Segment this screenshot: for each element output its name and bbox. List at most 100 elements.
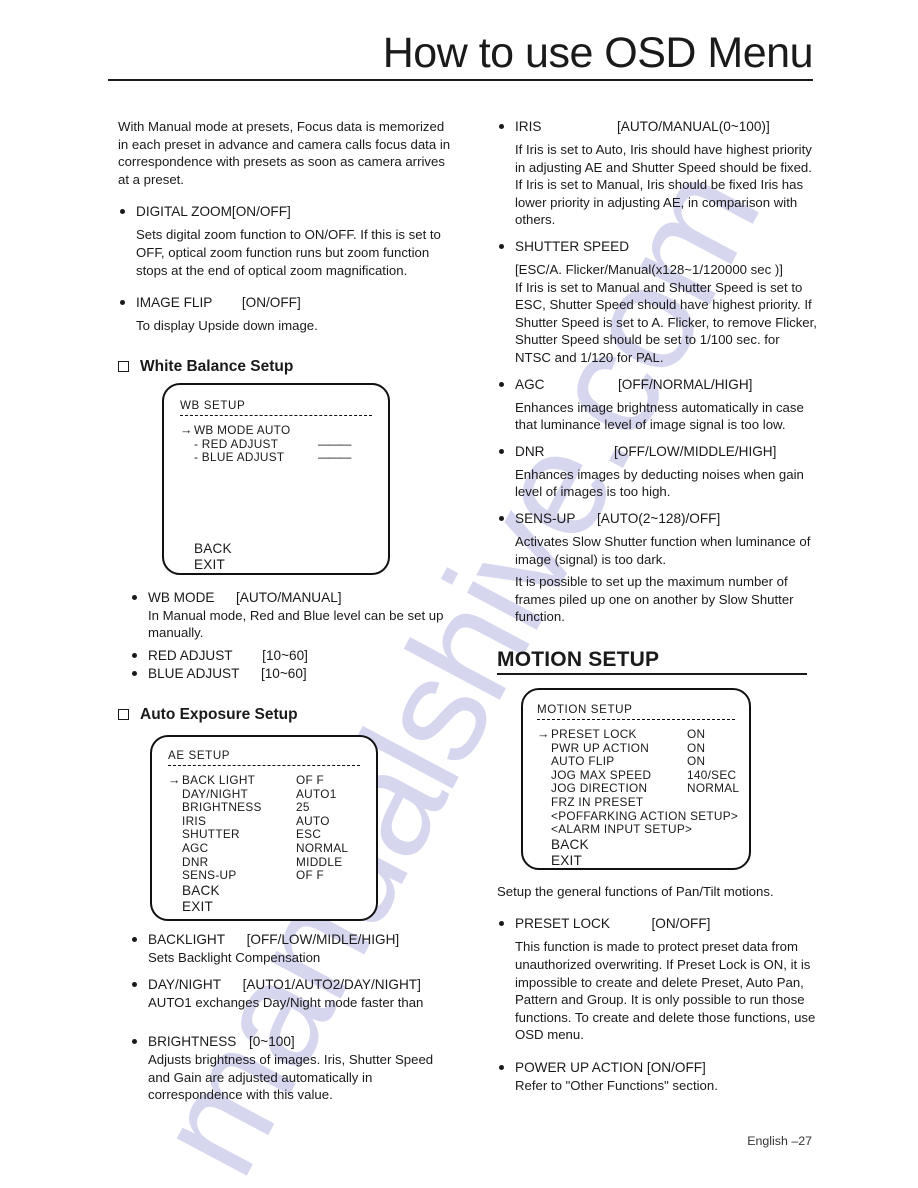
agc-range: [OFF/NORMAL/HIGH]: [618, 376, 753, 392]
osd-row-value: AUTO: [296, 813, 330, 828]
brightness-term: BRIGHTNESS: [148, 1034, 237, 1050]
dnr-range: [OFF/LOW/MIDDLE/HIGH]: [614, 443, 777, 459]
bullet-shutter-speed: SHUTTER SPEED: [497, 238, 819, 256]
osd-row-label: SHUTTER: [182, 827, 240, 842]
osd-row[interactable]: FRZ IN PRESET: [537, 794, 735, 810]
osd-row-label: BACK LIGHT: [182, 773, 256, 787]
osd-row-label: SENS-UP: [182, 868, 237, 883]
osd-row[interactable]: DAY/NIGHT AUTO1: [168, 786, 360, 802]
osd-back-button[interactable]: BACK: [168, 883, 360, 899]
osd-exit-button[interactable]: EXIT: [537, 853, 735, 869]
bullet-dot-icon: [499, 1065, 504, 1071]
osd-row[interactable]: AUTO FLIP ON: [537, 754, 735, 769]
motion-setup-osd-box: MOTION SETUP → PRESET LOCK ON PWR UP ACT…: [521, 688, 751, 870]
osd-back-label: BACK: [182, 882, 220, 898]
osd-row[interactable]: SHUTTER ESC: [168, 828, 360, 842]
backlight-term: BACKLIGHT: [148, 931, 226, 947]
motion-intro-paragraph: Setup the general functions of Pan/Tilt …: [497, 883, 774, 899]
sens-up-range: [AUTO(2~128)/OFF]: [597, 510, 721, 526]
osd-row[interactable]: → WB MODE AUTO: [180, 423, 372, 438]
bullet-power-up-action: POWER UP ACTION [ON/OFF]: [497, 1059, 819, 1077]
red-adjust-range: [10~60]: [262, 647, 308, 663]
bullet-dot-icon: [132, 1039, 137, 1045]
osd-row[interactable]: JOG MAX SPEED 140/SEC: [537, 767, 737, 783]
osd-exit-button[interactable]: EXIT: [180, 557, 372, 573]
osd-row-value: 140/SEC: [687, 767, 737, 782]
osd-row[interactable]: → BACK LIGHT OF F: [168, 773, 360, 788]
agc-term: AGC: [515, 376, 545, 392]
osd-row[interactable]: <POFFARKING ACTION SETUP>: [537, 809, 738, 824]
osd-row[interactable]: DNR MIDDLE: [168, 854, 360, 870]
digital-zoom-term: DIGITAL ZOOM[ON/OFF]: [136, 204, 291, 220]
osd-row[interactable]: PWR UP ACTION ON: [537, 740, 735, 756]
osd-back-button[interactable]: BACK: [180, 541, 372, 557]
bullet-dot-icon: [120, 209, 125, 215]
wb-setup-title: WB SETUP: [180, 399, 246, 412]
digital-zoom-description: Sets digital zoom function to ON/OFF. If…: [136, 227, 441, 278]
ae-setup-title: AE SETUP: [168, 749, 231, 762]
heading-auto-exposure-setup: Auto Exposure Setup: [118, 705, 458, 725]
ae-setup-divider: [168, 765, 360, 766]
osd-row[interactable]: AGC NORMAL: [168, 840, 360, 856]
osd-exit-button[interactable]: EXIT: [168, 899, 360, 915]
preset-lock-range: [ON/OFF]: [651, 916, 711, 932]
sens-up-term: SENS-UP: [515, 510, 576, 526]
osd-row[interactable]: - RED ADJUST ———: [180, 437, 372, 452]
preset-lock-description: This function is made to protect preset …: [515, 939, 816, 1043]
shutter-speed-description: If Iris is set to Manual and Shutter Spe…: [515, 279, 817, 365]
osd-row-value: AUTO1: [296, 786, 337, 801]
bullet-dot-icon: [499, 921, 504, 927]
osd-row-label: WB MODE AUTO: [194, 423, 291, 437]
bullet-day-night: DAY/NIGHT [AUTO1/AUTO2/DAY/NIGHT]: [130, 976, 458, 994]
backlight-range: [OFF/LOW/MIDLE/HIGH]: [246, 931, 400, 947]
osd-row-label: PWR UP ACTION: [551, 740, 650, 755]
selection-arrow-icon: →: [168, 773, 181, 787]
red-adjust-term: RED ADJUST: [148, 647, 233, 663]
right-column: IRIS [AUTO/MANUAL(0~100)] If Iris is set…: [497, 118, 819, 1095]
osd-row-label: AUTO FLIP: [551, 754, 615, 769]
dnr-description: Enhances images by deducting noises when…: [515, 466, 804, 500]
osd-back-button[interactable]: BACK: [537, 837, 735, 853]
white-balance-heading-label: White Balance Setup: [140, 357, 294, 375]
bullet-digital-zoom: DIGITAL ZOOM[ON/OFF]: [118, 203, 458, 221]
bullet-backlight: BACKLIGHT [OFF/LOW/MIDLE/HIGH]: [130, 931, 458, 949]
osd-row-value: 25: [296, 800, 310, 815]
osd-row-value: OF F: [296, 773, 325, 787]
osd-row[interactable]: JOG DIRECTION NORMAL: [537, 782, 739, 796]
osd-row-value: MIDDLE: [296, 854, 343, 869]
osd-row[interactable]: → PRESET LOCK ON: [537, 727, 735, 742]
page-header: How to use OSD Menu: [108, 29, 814, 82]
motion-setup-divider: [537, 719, 735, 720]
bullet-brightness: BRIGHTNESS [0~100]: [130, 1033, 458, 1051]
osd-row[interactable]: <ALARM INPUT SETUP>: [537, 822, 735, 837]
bullet-preset-lock: PRESET LOCK [ON/OFF]: [497, 915, 819, 933]
osd-row[interactable]: SENS-UP OF F: [168, 868, 360, 883]
bullet-dot-icon: [132, 670, 137, 676]
osd-exit-label: EXIT: [182, 898, 214, 914]
osd-exit-label: EXIT: [551, 852, 583, 868]
bullet-iris: IRIS [AUTO/MANUAL(0~100)]: [497, 118, 819, 136]
osd-row[interactable]: IRIS AUTO: [168, 813, 360, 829]
preset-lock-term: PRESET LOCK: [515, 916, 610, 932]
bullet-sens-up: SENS-UP [AUTO(2~128)/OFF]: [497, 510, 819, 528]
ae-setup-osd-box: AE SETUP → BACK LIGHT OF F DAY/NIGHT AUT…: [150, 735, 378, 921]
wb-mode-description: In Manual mode, Red and Blue level can b…: [148, 607, 444, 641]
osd-row-label: JOG MAX SPEED: [551, 767, 652, 782]
wb-setup-osd-box: WB SETUP → WB MODE AUTO - RED ADJUST ———…: [162, 383, 390, 575]
power-up-action-term: POWER UP ACTION [ON/OFF]: [515, 1060, 706, 1076]
osd-row-value: NORMAL: [296, 840, 349, 855]
bullet-wb-mode: WB MODE [AUTO/MANUAL]: [130, 589, 458, 607]
osd-row-label: PRESET LOCK: [551, 727, 637, 741]
osd-row[interactable]: BRIGHTNESS 25: [168, 800, 360, 815]
page-title: How to use OSD Menu: [382, 29, 814, 77]
osd-row-value: ———: [318, 450, 351, 465]
osd-row-label: FRZ IN PRESET: [551, 794, 644, 809]
bullet-dot-icon: [499, 124, 504, 129]
bullet-dot-icon: [132, 594, 137, 600]
day-night-range: [AUTO1/AUTO2/DAY/NIGHT]: [242, 976, 421, 992]
image-flip-term: IMAGE FLIP: [136, 295, 213, 311]
bullet-dot-icon: [499, 243, 504, 249]
intro-paragraph: With Manual mode at presets, Focus data …: [118, 119, 451, 187]
brightness-range: [0~100]: [248, 1034, 295, 1050]
osd-row[interactable]: - BLUE ADJUST ———: [180, 450, 372, 465]
